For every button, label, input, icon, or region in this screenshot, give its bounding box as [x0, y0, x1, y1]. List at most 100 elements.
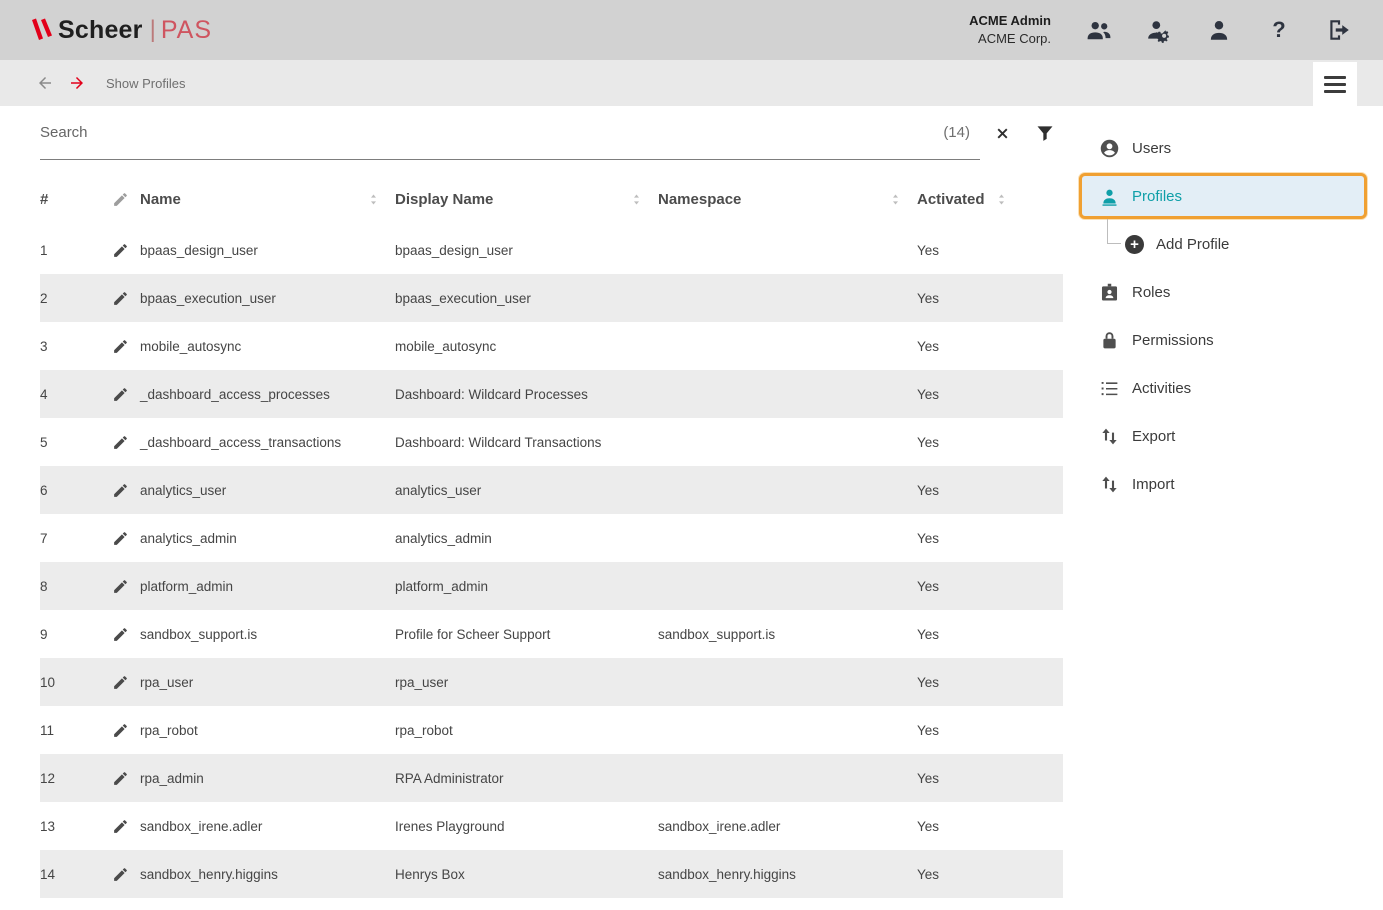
col-header-activated[interactable]: Activated [917, 191, 1023, 208]
community-icon[interactable] [1085, 16, 1113, 44]
cell-activated: Yes [917, 531, 1023, 546]
sidebar-item-import[interactable]: Import [1063, 460, 1383, 508]
col-header-name[interactable]: Name [140, 191, 395, 208]
import-export-icon [1098, 425, 1120, 447]
scheer-logo-icon [30, 16, 54, 44]
table-row: 12 rpa_admin RPA Administrator Yes [40, 754, 1063, 802]
row-number: 4 [40, 387, 100, 402]
badge-icon [1098, 281, 1120, 303]
table-row: 1 bpaas_design_user bpaas_design_user Ye… [40, 226, 1063, 274]
cell-display-name: Irenes Playground [395, 819, 658, 834]
edit-icon[interactable] [100, 770, 140, 787]
edit-icon[interactable] [100, 530, 140, 547]
cell-namespace: sandbox_henry.higgins [658, 867, 917, 882]
search-row: (14) [40, 106, 1063, 160]
row-number: 13 [40, 819, 100, 834]
sort-icon[interactable] [366, 192, 381, 207]
admin-sidebar: Users Profiles + Add Profile Roles Permi… [1063, 106, 1383, 910]
row-number: 6 [40, 483, 100, 498]
sidebar-item-permissions[interactable]: Permissions [1063, 316, 1383, 364]
sidebar-item-add-profile[interactable]: + Add Profile [1063, 220, 1383, 268]
table-row: 10 rpa_user rpa_user Yes [40, 658, 1063, 706]
cell-activated: Yes [917, 291, 1023, 306]
cell-activated: Yes [917, 243, 1023, 258]
back-arrow-icon[interactable] [34, 72, 56, 94]
col-header-namespace[interactable]: Namespace [658, 191, 917, 208]
cell-activated: Yes [917, 435, 1023, 450]
cell-name: rpa_robot [140, 723, 395, 738]
cell-name: sandbox_irene.adler [140, 819, 395, 834]
cell-activated: Yes [917, 627, 1023, 642]
edit-icon[interactable] [100, 674, 140, 691]
row-number: 14 [40, 867, 100, 882]
cell-activated: Yes [917, 579, 1023, 594]
table-body: 1 bpaas_design_user bpaas_design_user Ye… [40, 226, 1063, 898]
cell-display-name: Henrys Box [395, 867, 658, 882]
sort-icon[interactable] [629, 192, 644, 207]
logo-brand-text: Scheer [58, 16, 143, 45]
sidebar-item-profiles[interactable]: Profiles [1079, 173, 1367, 219]
sidebar-item-activities[interactable]: Activities [1063, 364, 1383, 412]
cell-name: sandbox_support.is [140, 627, 395, 642]
cell-namespace: sandbox_irene.adler [658, 819, 917, 834]
person-icon[interactable] [1205, 16, 1233, 44]
cell-activated: Yes [917, 483, 1023, 498]
table-row: 4 _dashboard_access_processes Dashboard:… [40, 370, 1063, 418]
edit-icon[interactable] [100, 386, 140, 403]
clear-search-icon[interactable] [994, 125, 1011, 142]
row-number: 11 [40, 723, 100, 738]
sidebar-item-label: Export [1132, 428, 1175, 445]
logout-icon[interactable] [1325, 16, 1353, 44]
search-input[interactable] [40, 124, 935, 141]
table-header-row: # Name Display Name Namespace [40, 172, 1063, 226]
help-icon[interactable]: ? [1265, 16, 1293, 44]
edit-icon[interactable] [100, 578, 140, 595]
filter-icon[interactable] [1035, 123, 1055, 143]
edit-icon[interactable] [100, 242, 140, 259]
row-number: 2 [40, 291, 100, 306]
col-header-num[interactable]: # [40, 191, 100, 208]
cell-activated: Yes [917, 867, 1023, 882]
sort-icon[interactable] [994, 192, 1009, 207]
cell-activated: Yes [917, 819, 1023, 834]
edit-icon[interactable] [100, 722, 140, 739]
sidebar-item-label: Add Profile [1156, 236, 1229, 253]
row-number: 3 [40, 339, 100, 354]
cell-name: sandbox_henry.higgins [140, 867, 395, 882]
edit-icon[interactable] [100, 290, 140, 307]
sort-icon[interactable] [888, 192, 903, 207]
menu-hamburger-icon[interactable] [1313, 62, 1357, 106]
result-count: (14) [943, 124, 970, 141]
edit-icon[interactable] [100, 626, 140, 643]
edit-icon[interactable] [100, 818, 140, 835]
cell-name: _dashboard_access_processes [140, 387, 395, 402]
edit-icon[interactable] [100, 434, 140, 451]
tree-connector [1107, 219, 1121, 244]
table-row: 7 analytics_admin analytics_admin Yes [40, 514, 1063, 562]
numbered-list-icon [1098, 377, 1120, 399]
cell-display-name: bpaas_design_user [395, 243, 658, 258]
forward-arrow-icon[interactable] [66, 72, 88, 94]
row-number: 9 [40, 627, 100, 642]
edit-icon[interactable] [100, 482, 140, 499]
logo-separator: | [150, 16, 156, 44]
edit-icon[interactable] [100, 338, 140, 355]
edit-icon[interactable] [100, 866, 140, 883]
sidebar-item-label: Permissions [1132, 332, 1214, 349]
user-name: ACME Admin [969, 12, 1051, 30]
sidebar-item-export[interactable]: Export [1063, 412, 1383, 460]
profile-person-icon [1098, 185, 1120, 207]
top-bar: Scheer | PAS ACME Admin ACME Corp. ? [0, 0, 1383, 60]
row-number: 10 [40, 675, 100, 690]
cell-name: platform_admin [140, 579, 395, 594]
row-number: 1 [40, 243, 100, 258]
sidebar-item-users[interactable]: Users [1063, 124, 1383, 172]
user-gear-icon[interactable] [1145, 16, 1173, 44]
sidebar-item-roles[interactable]: Roles [1063, 268, 1383, 316]
col-header-display-name[interactable]: Display Name [395, 191, 658, 208]
row-number: 5 [40, 435, 100, 450]
cell-name: analytics_user [140, 483, 395, 498]
user-org: ACME Corp. [969, 30, 1051, 48]
cell-name: rpa_admin [140, 771, 395, 786]
sidebar-item-label: Roles [1132, 284, 1170, 301]
